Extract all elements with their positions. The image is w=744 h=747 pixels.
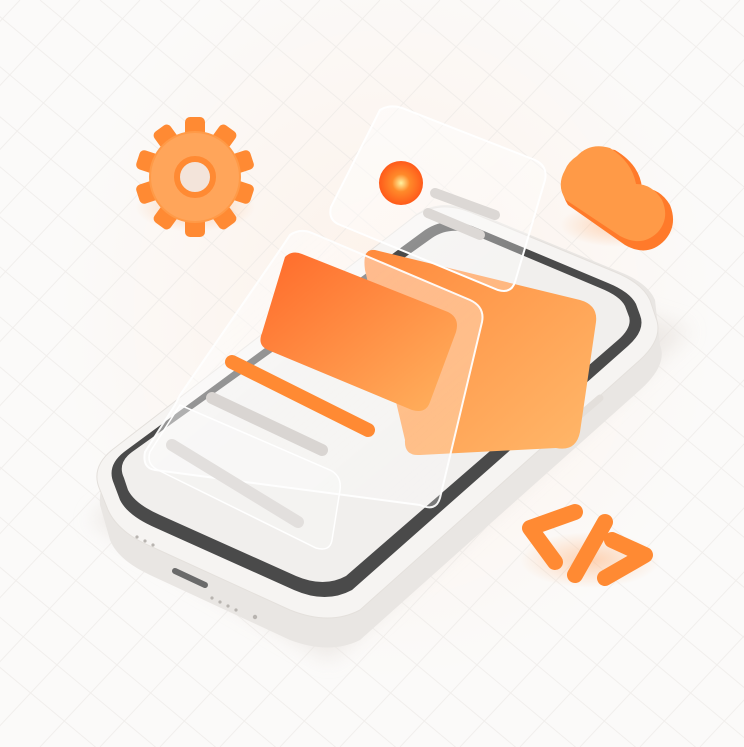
illustration-scene [0,0,744,747]
grid-line [0,0,21,23]
status-dot [379,161,423,205]
code-icon [520,504,660,588]
cloud-icon [560,146,680,251]
illustration-canvas [0,0,744,747]
gear-icon [135,117,255,237]
grid-line [699,0,744,38]
grid-line [699,699,744,747]
grid-line [0,616,157,747]
